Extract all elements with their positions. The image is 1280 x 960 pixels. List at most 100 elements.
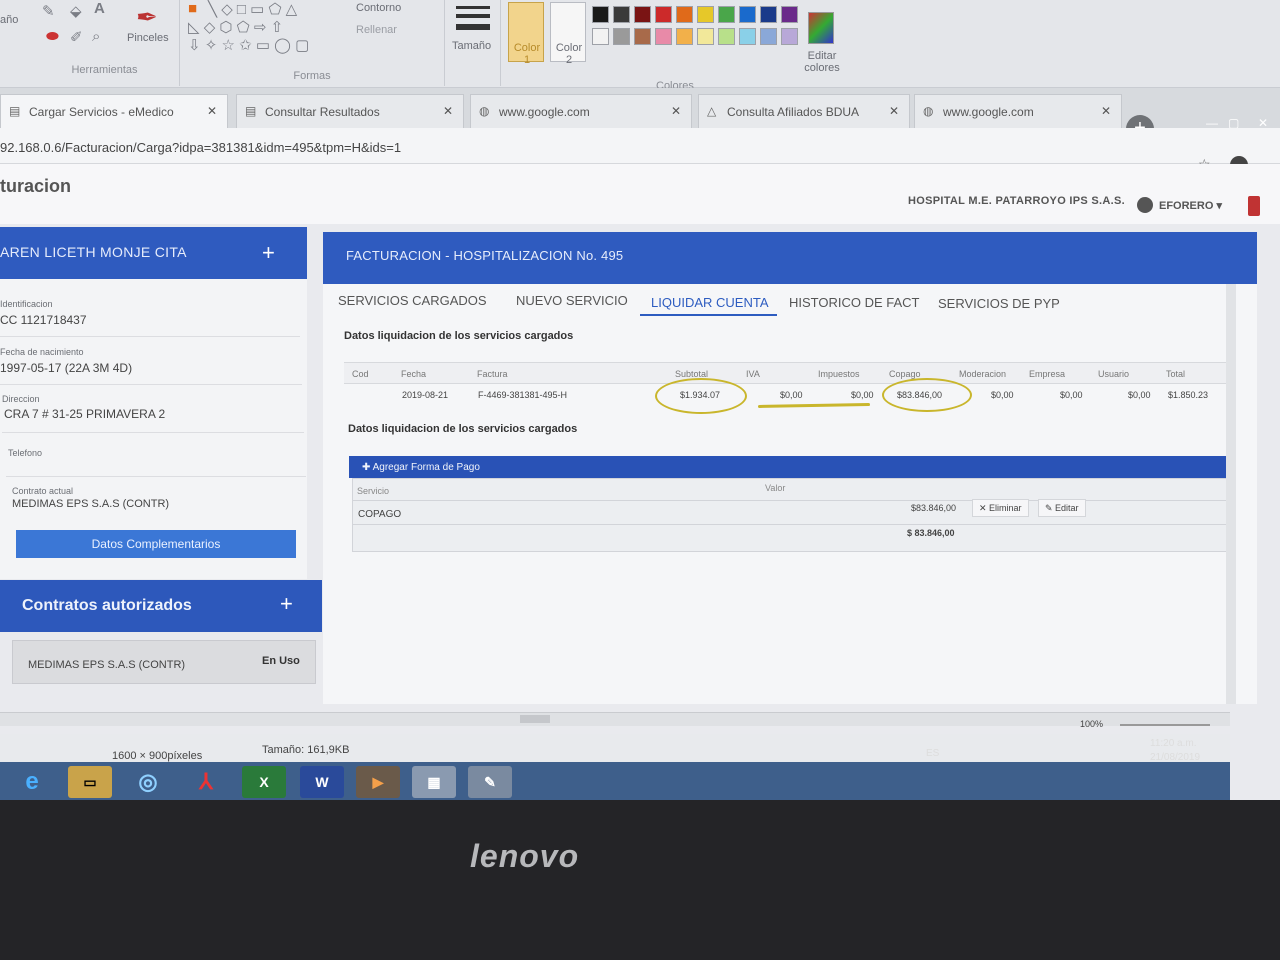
palette-swatch[interactable] — [592, 28, 609, 45]
col-fecha[interactable]: Fecha — [401, 369, 426, 379]
size-button[interactable]: Tamaño — [452, 40, 491, 52]
palette-swatch[interactable] — [781, 28, 798, 45]
close-icon[interactable]: ✕ — [889, 104, 899, 118]
pdf-icon[interactable]: ⅄ — [184, 766, 228, 798]
word-icon[interactable]: W — [300, 766, 344, 798]
star-shapes-icon[interactable]: ⇩ ✧ ☆ ✩ ▭ ◯ ▢ — [188, 36, 309, 54]
ie-icon[interactable]: e — [10, 766, 54, 798]
close-icon[interactable]: ✕ — [1101, 104, 1111, 118]
tab-consulta-bdua[interactable]: △ Consulta Afiliados BDUA ✕ — [698, 94, 910, 128]
triangle-shapes-icon[interactable]: ◺ ◇ ⬡ ⬠ ⇨ ⇧ — [188, 18, 283, 36]
palette-swatch[interactable] — [697, 28, 714, 45]
tab-servicios-pyp[interactable]: SERVICIOS DE PYP — [938, 296, 1060, 311]
clock-date[interactable]: 21/08/2019 — [1150, 752, 1200, 763]
pencil-icon[interactable]: ✎ — [42, 2, 55, 20]
col-impuestos[interactable]: Impuestos — [818, 369, 860, 379]
col-factura[interactable]: Factura — [477, 369, 508, 379]
palette-swatch[interactable] — [613, 6, 630, 23]
paint-icon[interactable]: ✎ — [468, 766, 512, 798]
col-cod[interactable]: Cod — [352, 369, 369, 379]
palette-swatch[interactable] — [655, 6, 672, 23]
palette-swatch[interactable] — [676, 6, 693, 23]
fill-icon[interactable]: ⬙ — [70, 2, 82, 20]
palette-swatch[interactable] — [655, 28, 672, 45]
close-icon[interactable]: ✕ — [207, 104, 217, 118]
palette-swatch[interactable] — [760, 28, 777, 45]
tab-nuevo-servicio[interactable]: NUEVO SERVICIO — [516, 293, 628, 308]
media-icon[interactable]: ▶ — [356, 766, 400, 798]
tab-liquidar-cuenta[interactable]: LIQUIDAR CUENTA — [651, 295, 769, 310]
palette-swatch[interactable] — [592, 6, 609, 23]
address-bar[interactable]: 92.168.0.6/Facturacion/Carga?idpa=381381… — [0, 128, 1280, 164]
zoom-slider[interactable] — [1120, 724, 1210, 726]
tab-google-2[interactable]: ◍ www.google.com ✕ — [914, 94, 1122, 128]
palette-swatch[interactable] — [781, 6, 798, 23]
col-iva[interactable]: IVA — [746, 369, 760, 379]
palette-swatch[interactable] — [613, 28, 630, 45]
palette-swatch[interactable] — [718, 28, 735, 45]
divider — [6, 476, 306, 477]
clock-time[interactable]: 11:20 a.m. — [1150, 738, 1197, 749]
col-valor[interactable]: Valor — [765, 483, 785, 493]
col-moderacion[interactable]: Moderacion — [959, 369, 1006, 379]
user-icon[interactable] — [1137, 197, 1153, 213]
address-value: CRA 7 # 31-25 PRIMAVERA 2 — [4, 407, 166, 421]
magnifier-icon[interactable]: ⌕ — [92, 28, 100, 45]
delete-button[interactable]: ✕ Eliminar — [972, 499, 1029, 517]
palette-swatch[interactable] — [718, 6, 735, 23]
edit-button[interactable]: ✎ Editar — [1038, 499, 1086, 517]
palette-swatch[interactable] — [739, 28, 756, 45]
patient-add-icon[interactable]: + — [262, 240, 275, 266]
ribbon-stub-label: año — [0, 14, 19, 26]
zoom-level[interactable]: 100% — [1080, 719, 1103, 729]
tab-cargar-servicios[interactable]: ▤ Cargar Servicios - eMedico ✕ — [0, 94, 228, 128]
col-usuario[interactable]: Usuario — [1098, 369, 1129, 379]
tab-consultar-resultados[interactable]: ▤ Consultar Resultados ✕ — [236, 94, 464, 128]
row-empresa: $0,00 — [1060, 390, 1083, 400]
col-total[interactable]: Total — [1166, 369, 1185, 379]
explorer-icon[interactable]: ▭ — [68, 766, 112, 798]
fill-button[interactable]: Rellenar — [356, 24, 397, 36]
col-empresa[interactable]: Empresa — [1029, 369, 1065, 379]
edit-colors-icon[interactable] — [808, 12, 834, 44]
excel-icon[interactable]: X — [242, 766, 286, 798]
drive-icon: △ — [707, 104, 717, 118]
user-menu[interactable]: EFORERO ▾ — [1159, 199, 1222, 212]
line-shapes-icon[interactable]: ╲ ◇ □ ▭ ⬠ △ — [208, 0, 297, 18]
brushes-label[interactable]: Pinceles — [127, 32, 169, 44]
vertical-scrollbar[interactable] — [1226, 284, 1236, 704]
tab-historico-fact[interactable]: HISTORICO DE FACT — [789, 295, 920, 310]
horizontal-scrollbar[interactable] — [0, 712, 1230, 726]
eraser-icon[interactable]: ⬬ — [46, 28, 59, 45]
calculator-icon[interactable]: ▦ — [412, 766, 456, 798]
palette-swatch[interactable] — [634, 6, 651, 23]
scroll-thumb[interactable] — [520, 715, 550, 723]
tab-google-1[interactable]: ◍ www.google.com ✕ — [470, 94, 692, 128]
palette-swatch[interactable] — [739, 6, 756, 23]
tab-servicios-cargados[interactable]: SERVICIOS CARGADOS — [338, 293, 487, 308]
palette-swatch[interactable] — [634, 28, 651, 45]
close-icon[interactable]: ✕ — [671, 104, 681, 118]
palette-swatch[interactable] — [676, 28, 693, 45]
page-icon: ▤ — [245, 104, 257, 118]
notification-badge[interactable] — [1248, 196, 1260, 216]
details-button[interactable]: Datos Complementarios — [16, 530, 296, 558]
monitor-screen: año ✎ ⬙ A ⬬ ✐ ⌕ ✒ Pinceles Herramientas … — [0, 0, 1280, 800]
col-servicio[interactable]: Servicio — [357, 486, 389, 496]
add-payment-button[interactable]: ✚ Agregar Forma de Pago — [362, 462, 480, 473]
text-tool-icon[interactable]: A — [94, 0, 105, 17]
image-dimensions: 1600 × 900píxeles — [112, 750, 203, 762]
section-title: Datos liquidacion de los servicios carga… — [348, 423, 578, 435]
browser-icon[interactable]: ◎ — [126, 766, 170, 798]
edit-colors-button[interactable]: Editar colores — [802, 50, 842, 74]
outline-button[interactable]: Contorno — [356, 2, 401, 14]
brush-icon[interactable]: ✒ — [136, 2, 158, 33]
close-icon[interactable]: ✕ — [443, 104, 453, 118]
color-picker-icon[interactable]: ✐ — [70, 28, 83, 46]
palette-swatch[interactable] — [697, 6, 714, 23]
url-text[interactable]: 92.168.0.6/Facturacion/Carga?idpa=381381… — [0, 140, 401, 155]
contracts-add-icon[interactable]: + — [280, 591, 293, 617]
rectangle-shape-icon[interactable]: ■ — [188, 0, 197, 17]
palette-swatch[interactable] — [760, 6, 777, 23]
language-indicator[interactable]: ES — [926, 748, 939, 759]
